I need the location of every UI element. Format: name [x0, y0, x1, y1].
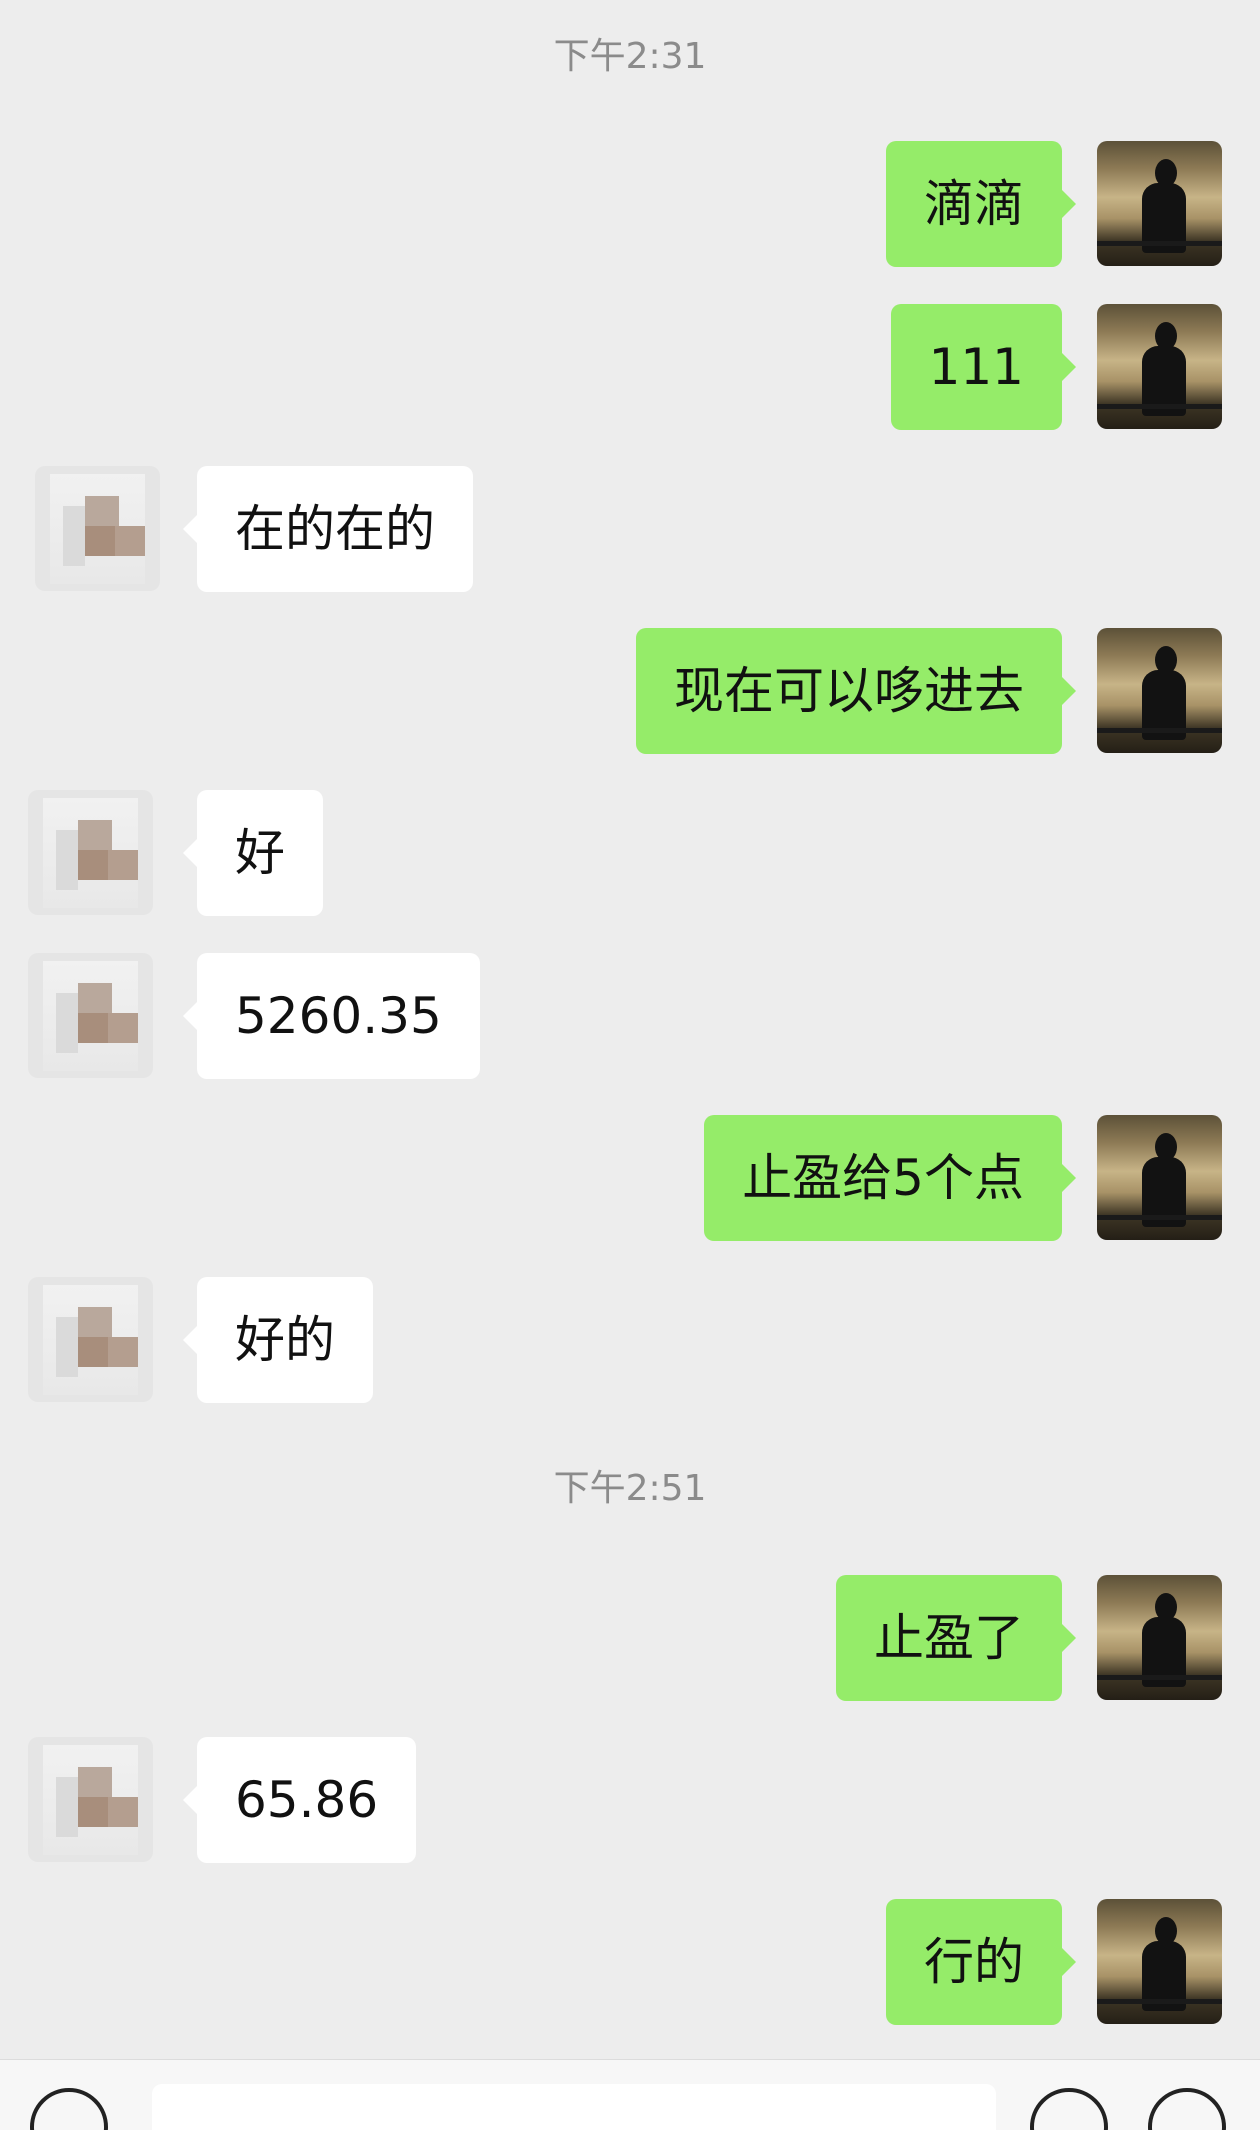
railing	[1097, 728, 1222, 733]
contact-avatar[interactable]	[28, 790, 153, 915]
blur-block	[78, 1337, 112, 1367]
message-bubble-received[interactable]: 在的在的	[183, 466, 473, 592]
my-avatar[interactable]	[1097, 304, 1222, 429]
my-avatar[interactable]	[1097, 1115, 1222, 1240]
blur-block	[108, 850, 138, 880]
emoji-icon[interactable]	[1030, 2088, 1108, 2130]
message-bubble-sent[interactable]: 止盈给5个点	[704, 1115, 1076, 1241]
blur-block	[85, 526, 119, 556]
chat-area[interactable]: 下午2:31 滴滴 111 在的在的 现在可以哆进去 好 5260.35 止盈给…	[0, 0, 1260, 2059]
message-bubble-received[interactable]: 5260.35	[183, 953, 480, 1079]
blur-block	[56, 1777, 78, 1837]
blur-block	[108, 1797, 138, 1827]
blur-block	[78, 1797, 112, 1827]
message-bubble-sent[interactable]: 止盈了	[836, 1575, 1076, 1701]
my-avatar[interactable]	[1097, 1575, 1222, 1700]
contact-avatar[interactable]	[28, 1277, 153, 1402]
railing	[1097, 241, 1222, 246]
blur-block	[85, 496, 119, 528]
blur-block	[108, 1337, 138, 1367]
blur-block	[78, 850, 112, 880]
message-bubble-sent[interactable]: 现在可以哆进去	[636, 628, 1076, 754]
blur-block	[56, 830, 78, 890]
message-input[interactable]	[152, 2084, 996, 2130]
message-bubble-received[interactable]: 好	[183, 790, 323, 916]
railing	[1097, 404, 1222, 409]
message-bubble-sent[interactable]: 滴滴	[886, 141, 1076, 267]
contact-avatar[interactable]	[28, 1737, 153, 1862]
my-avatar[interactable]	[1097, 628, 1222, 753]
contact-avatar[interactable]	[35, 466, 160, 591]
blur-block	[78, 1767, 112, 1799]
contact-avatar[interactable]	[28, 953, 153, 1078]
blur-block	[115, 526, 145, 556]
blur-block	[56, 993, 78, 1053]
timestamp: 下午2:51	[553, 1468, 707, 1509]
message-bubble-sent[interactable]: 111	[890, 304, 1077, 430]
blur-block	[78, 983, 112, 1015]
my-avatar[interactable]	[1097, 141, 1222, 266]
blur-block	[78, 1307, 112, 1339]
blur-block	[56, 1317, 78, 1377]
plus-icon[interactable]	[1148, 2088, 1226, 2130]
input-toolbar	[0, 2059, 1260, 2130]
message-bubble-received[interactable]: 65.86	[182, 1737, 417, 1863]
blur-block	[78, 820, 112, 852]
railing	[1097, 1999, 1222, 2004]
timestamp: 下午2:31	[553, 36, 707, 77]
message-bubble-sent[interactable]: 行的	[886, 1899, 1076, 2025]
railing	[1097, 1215, 1222, 1220]
my-avatar[interactable]	[1097, 1899, 1222, 2024]
railing	[1097, 1675, 1222, 1680]
voice-icon[interactable]	[30, 2088, 108, 2130]
message-bubble-received[interactable]: 好的	[183, 1277, 373, 1403]
blur-block	[108, 1013, 138, 1043]
blur-block	[78, 1013, 112, 1043]
blur-block	[63, 506, 85, 566]
